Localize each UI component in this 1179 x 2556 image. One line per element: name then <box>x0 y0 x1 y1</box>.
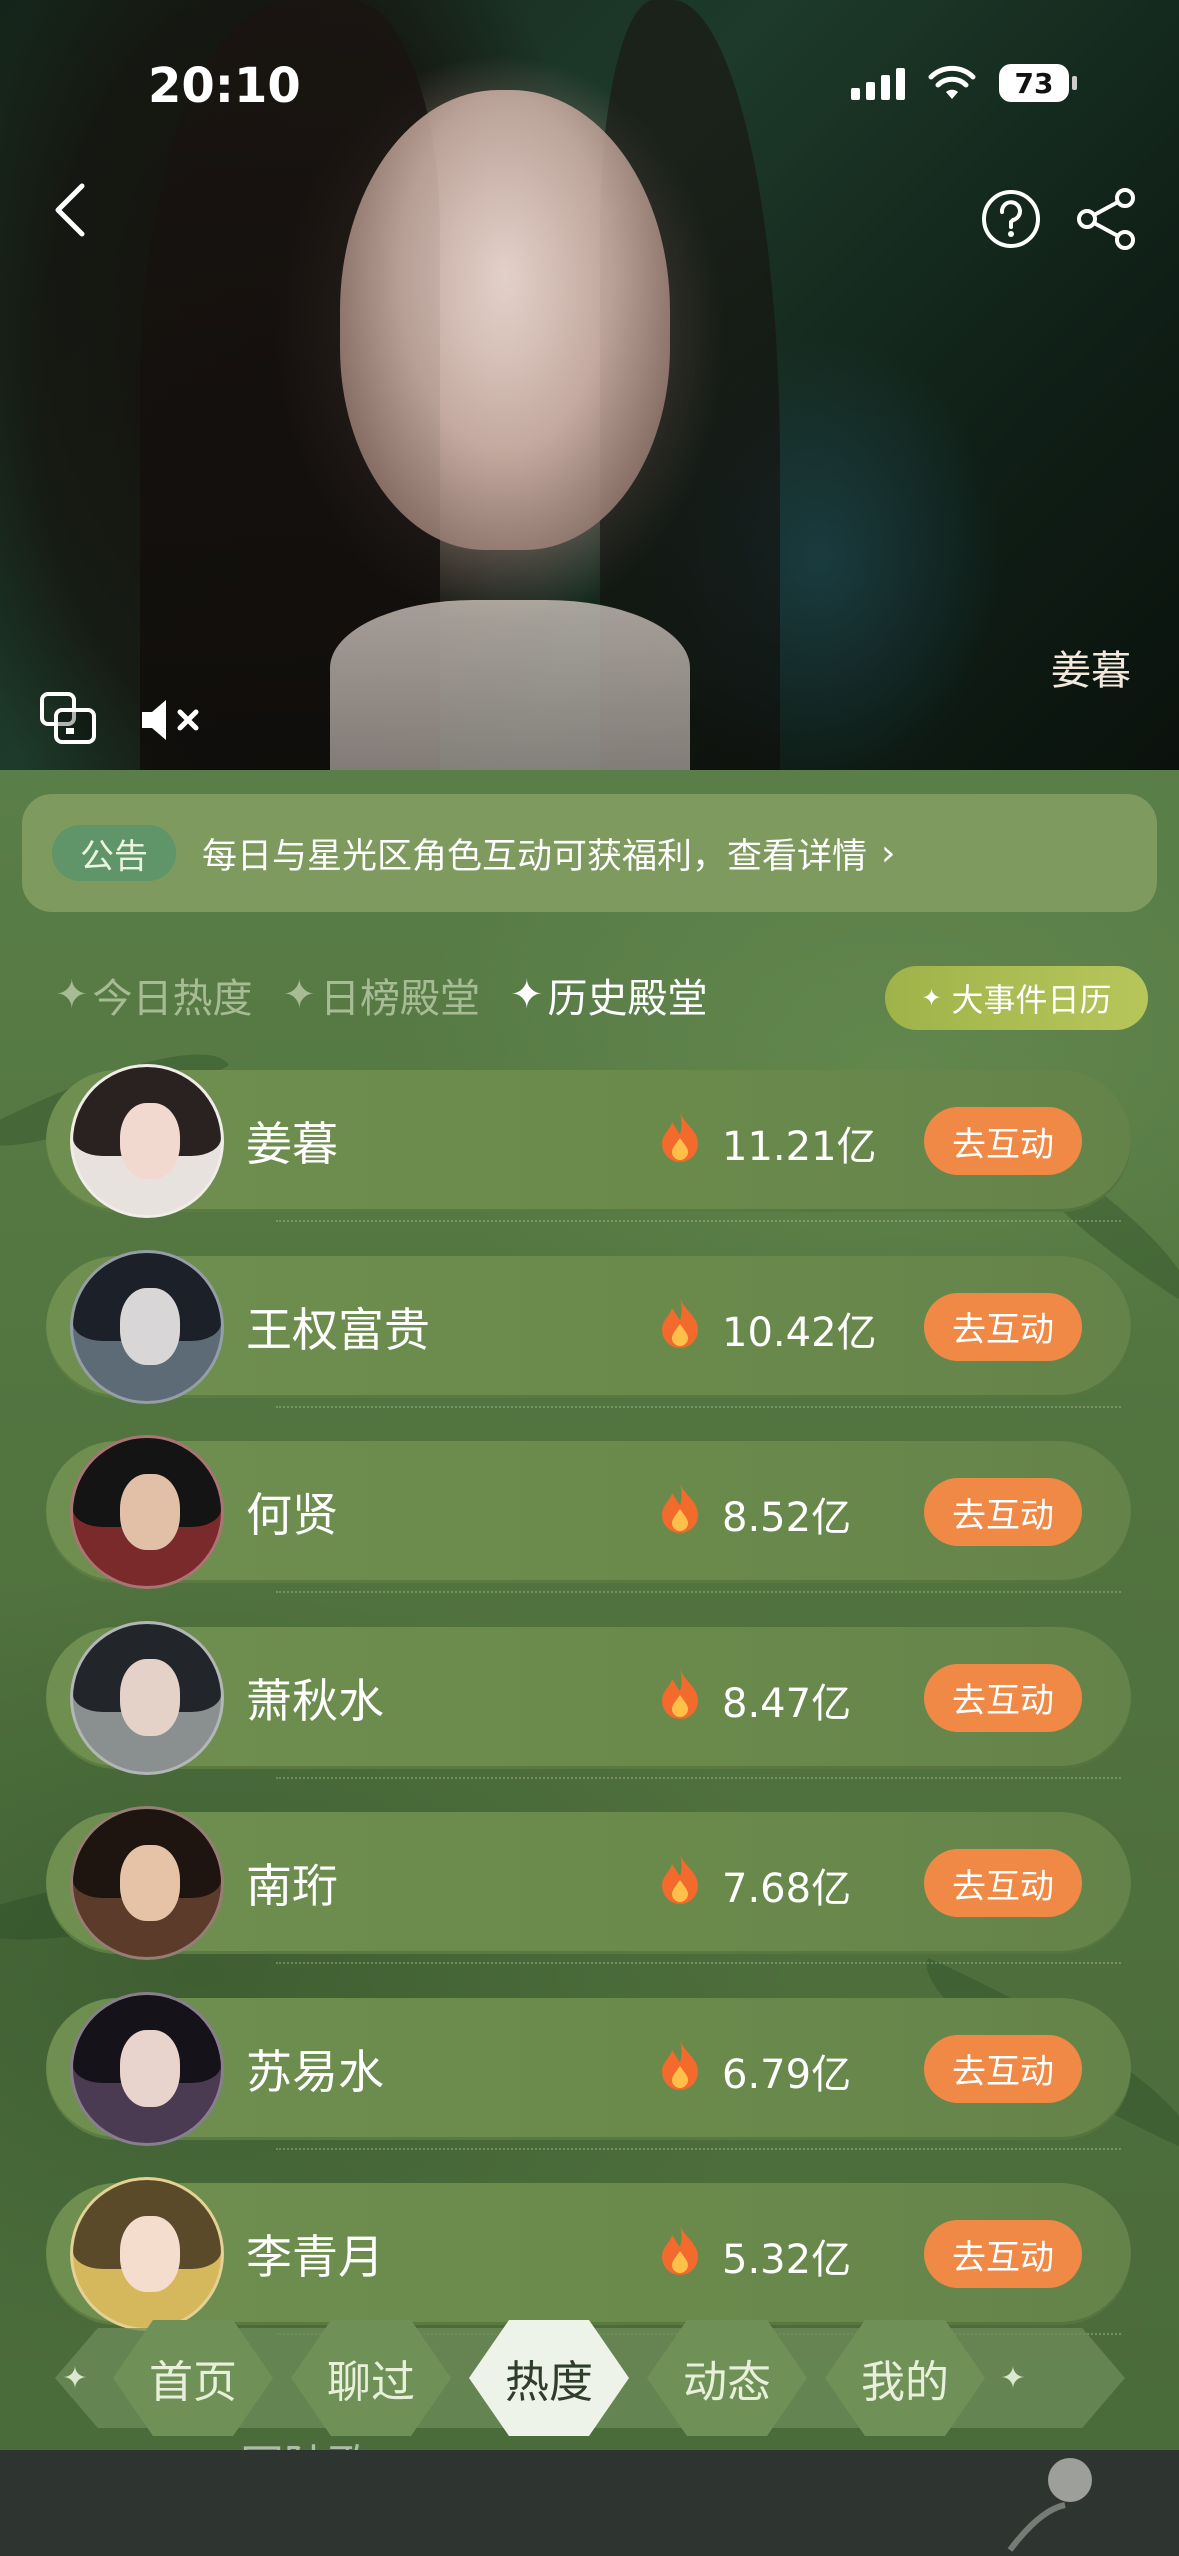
tab-history-hall[interactable]: ✦ 历史殿堂 <box>510 966 708 1024</box>
tab-daily-hall[interactable]: ✦ 日榜殿堂 <box>283 966 481 1024</box>
heat-score: 10.42亿 <box>722 1309 877 1356</box>
avatar[interactable] <box>70 2177 224 2331</box>
tab-label: 日榜殿堂 <box>320 976 481 1022</box>
flame-icon <box>662 1668 698 1719</box>
character-name: 姜暮 <box>246 1117 338 1171</box>
flame-icon <box>662 1297 698 1348</box>
hero-video[interactable]: 20:10 73 姜暮 <box>0 0 1179 770</box>
avatar-face <box>120 2215 180 2293</box>
mute-icon[interactable] <box>138 696 204 744</box>
character-name: 南珩 <box>246 1859 338 1913</box>
picture-in-picture-icon[interactable] <box>38 690 100 746</box>
nav-label: 热度 <box>505 2357 593 2408</box>
announcement-badge: 公告 <box>52 825 176 881</box>
nav-label: 动态 <box>683 2357 771 2408</box>
avatar-face <box>120 1844 180 1922</box>
ranking-row[interactable]: 何贤 8.52亿 去互动 <box>46 1435 1131 1593</box>
flame-icon <box>662 1483 698 1533</box>
interact-button[interactable]: 去互动 <box>924 1663 1082 1732</box>
avatar-face <box>120 1288 180 1365</box>
chevron-right-icon: › <box>881 832 896 874</box>
status-icons: 73 <box>851 64 1077 102</box>
character-name: 李青月 <box>246 2230 384 2284</box>
heat-score: 8.52亿 <box>722 1495 852 1541</box>
nav-label: 我的 <box>861 2357 949 2408</box>
hero-character-name: 姜暮 <box>1051 648 1131 694</box>
avatar[interactable] <box>70 1064 224 1218</box>
avatar[interactable] <box>70 1249 224 1404</box>
nav-label: 首页 <box>149 2357 237 2408</box>
interact-button[interactable]: 去互动 <box>924 1478 1082 1546</box>
tab-label: 历史殿堂 <box>547 976 708 1022</box>
wifi-icon <box>928 65 976 99</box>
tab-today-heat[interactable]: ✦ 今日热度 <box>55 966 253 1024</box>
ranking-row[interactable]: 萧秋水 8.47亿 去互动 <box>46 1620 1131 1779</box>
bottom-nav: ✦ 首页 聊过 热度 动态 我的 ✦ <box>55 2320 1125 2436</box>
sparkle-icon: ✦ <box>282 972 317 1018</box>
battery-indicator: 73 <box>999 64 1077 102</box>
ink-splash-decoration <box>1007 2458 1092 2552</box>
cellular-signal-icon <box>851 66 905 100</box>
character-name: 王权富贵 <box>246 1302 430 1357</box>
share-icon[interactable] <box>1075 186 1139 252</box>
announcement-bar[interactable]: 公告 每日与星光区角色互动可获福利，查看详情 › <box>22 794 1157 912</box>
avatar[interactable] <box>70 1806 224 1960</box>
flame-icon <box>662 1854 698 1904</box>
interact-button[interactable]: 去互动 <box>924 2220 1082 2288</box>
avatar-face <box>120 2030 180 2107</box>
sparkle-icon: ✦ <box>62 2360 88 2396</box>
status-time: 20:10 <box>148 58 301 114</box>
heat-score: 6.79亿 <box>722 2051 852 2098</box>
flame-icon <box>662 2039 698 2090</box>
heat-score: 5.32亿 <box>722 2237 852 2283</box>
ranking-row[interactable]: 苏易水 6.79亿 去互动 <box>46 1991 1131 2150</box>
avatar[interactable] <box>70 1435 224 1589</box>
nav-chats[interactable]: 聊过 <box>291 2320 451 2436</box>
interact-button[interactable]: 去互动 <box>924 1292 1082 1361</box>
tab-label: 今日热度 <box>92 976 253 1022</box>
nav-label: 聊过 <box>327 2357 415 2408</box>
event-calendar-button[interactable]: ✦ 大事件日历 <box>885 966 1148 1030</box>
event-calendar-label: 大事件日历 <box>951 981 1112 1019</box>
ranking-panel: 公告 每日与星光区角色互动可获福利，查看详情 › ✦ 今日热度 ✦ 日榜殿堂 ✦ 历史… <box>0 770 1179 2450</box>
nav-me[interactable]: 我的 <box>825 2320 985 2436</box>
interact-button[interactable]: 去互动 <box>924 1849 1082 1917</box>
avatar[interactable] <box>70 1991 224 2146</box>
sparkle-icon: ✦ <box>55 972 89 1018</box>
sparkle-icon: ✦ <box>921 984 942 1012</box>
avatar[interactable] <box>70 1620 224 1775</box>
interact-button[interactable]: 去互动 <box>924 1107 1082 1175</box>
avatar-face <box>120 1659 180 1736</box>
heat-score: 8.47亿 <box>722 1680 852 1727</box>
heat-score: 7.68亿 <box>722 1866 852 1912</box>
hero-collar <box>330 600 690 770</box>
character-name: 苏易水 <box>246 2044 384 2099</box>
heat-score: 11.21亿 <box>722 1124 877 1170</box>
character-name: 萧秋水 <box>246 1673 384 1728</box>
nav-heat[interactable]: 热度 <box>469 2320 629 2436</box>
interact-button[interactable]: 去互动 <box>924 2034 1082 2103</box>
nav-home[interactable]: 首页 <box>113 2320 273 2436</box>
nav-feed[interactable]: 动态 <box>647 2320 807 2436</box>
avatar-face <box>120 1102 180 1180</box>
character-name: 何贤 <box>246 1488 338 1542</box>
ranking-row[interactable]: 姜暮 11.21亿 去互动 <box>46 1064 1131 1222</box>
ranking-tabs: ✦ 今日热度 ✦ 日榜殿堂 ✦ 历史殿堂 <box>55 966 708 1024</box>
flame-icon <box>662 2225 698 2275</box>
flame-icon <box>662 1112 698 1162</box>
help-icon[interactable] <box>980 188 1042 250</box>
sparkle-icon: ✦ <box>510 972 544 1018</box>
ranking-row[interactable]: 李青月 5.32亿 去互动 <box>46 2177 1131 2335</box>
avatar-face <box>120 1473 180 1551</box>
ranking-row[interactable]: 南珩 7.68亿 去互动 <box>46 1806 1131 1964</box>
sparkle-icon: ✦ <box>1000 2360 1026 2396</box>
back-arrow-icon[interactable] <box>48 180 92 240</box>
announcement-text: 每日与星光区角色互动可获福利，查看详情 <box>202 836 868 877</box>
ranking-row[interactable]: 王权富贵 10.42亿 去互动 <box>46 1249 1131 1408</box>
hero-face <box>340 90 670 550</box>
